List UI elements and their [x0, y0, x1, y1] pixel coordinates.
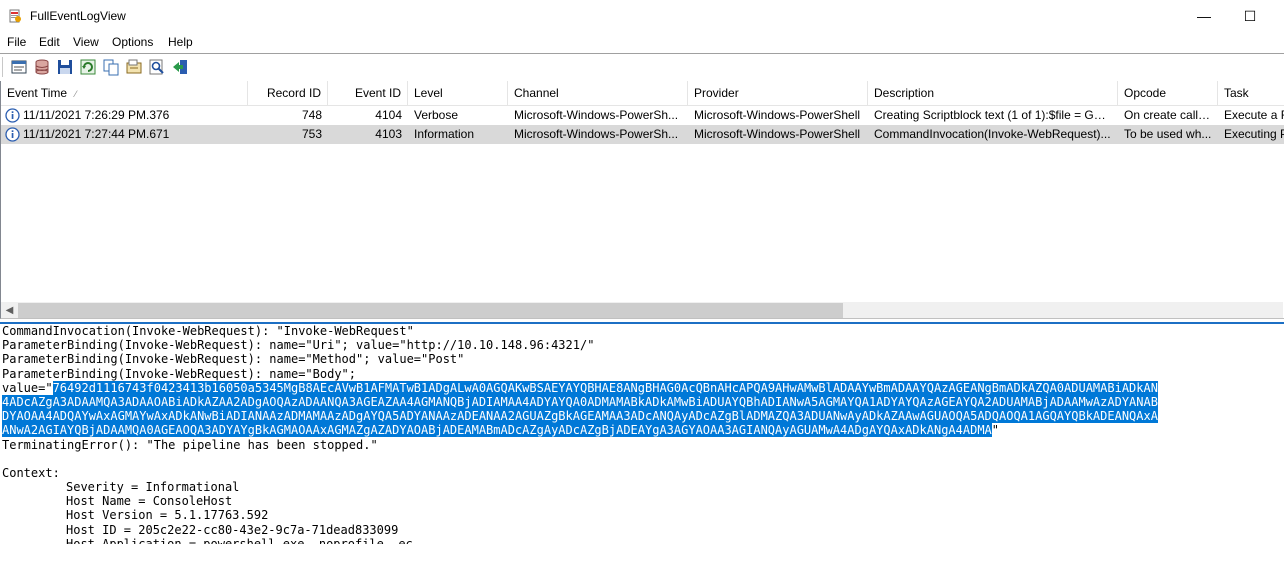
cell-provider: Microsoft-Windows-PowerShell — [694, 108, 861, 122]
table-row[interactable]: 11/11/2021 7:26:29 PM.376 748 4104 Verbo… — [1, 106, 1284, 125]
detail-line: ParameterBinding(Invoke-WebRequest): nam… — [2, 366, 357, 381]
options-icon[interactable] — [125, 58, 143, 76]
detail-value-line: ANwA2AGIAYQBjADAAMQA0AGEAOQA3ADYAYgBkAGM… — [0, 423, 1284, 438]
exit-icon[interactable] — [171, 58, 189, 76]
context-severity: Severity = Informational — [66, 480, 240, 495]
cell-description: Creating Scriptblock text (1 of 1):$file… — [874, 108, 1114, 122]
menu-help[interactable]: Help — [168, 35, 193, 49]
detail-line: ParameterBinding(Invoke-WebRequest): nam… — [2, 338, 595, 353]
cell-task: Executing Pi — [1224, 127, 1284, 141]
column-provider[interactable]: Provider — [688, 81, 868, 105]
horizontal-scrollbar[interactable]: ◀ — [1, 302, 1283, 318]
cell-event-time: 11/11/2021 7:26:29 PM.376 — [23, 108, 170, 122]
menu-file[interactable]: File — [7, 35, 26, 49]
column-record-id[interactable]: Record ID — [248, 81, 328, 105]
menu-view[interactable]: View — [73, 35, 99, 49]
cell-level: Information — [414, 127, 475, 141]
value-prefix: value=" — [2, 380, 53, 395]
detail-value-line: value="76492d1116743f0423413b16050a5345M… — [0, 380, 1284, 395]
selected-encoded-value[interactable]: 4ADcAZgA3ADAAMQA3ADAAOABiADkAZAA2ADgAOQA… — [2, 394, 1158, 409]
selected-encoded-value[interactable]: ANwA2AGIAYQBjADAAMQA0AGEAOQA3ADYAYgBkAGM… — [2, 423, 992, 438]
column-description[interactable]: Description — [868, 81, 1118, 105]
list-header: Event Time ⁄ Record ID Event ID Level Cha… — [1, 81, 1284, 106]
cell-channel: Microsoft-Windows-PowerSh... — [514, 127, 679, 141]
window-title: FullEventLogView — [30, 9, 126, 23]
properties-icon[interactable] — [10, 58, 28, 76]
column-channel[interactable]: Channel — [508, 81, 688, 105]
value-suffix: " — [991, 423, 1000, 438]
detail-line: CommandInvocation(Invoke-WebRequest): "I… — [2, 324, 414, 338]
column-level[interactable]: Level — [408, 81, 508, 105]
find-icon[interactable] — [148, 58, 166, 76]
detail-terminating-error: TerminatingError(): "The pipeline has be… — [2, 437, 378, 452]
context-host-name: Host Name = ConsoleHost — [66, 494, 233, 509]
menu-options[interactable]: Options — [112, 35, 153, 49]
event-detail-pane[interactable]: CommandInvocation(Invoke-WebRequest): "I… — [0, 322, 1284, 561]
toolbar-grip — [2, 57, 6, 77]
selected-encoded-value[interactable]: DYAOAA4ADQAYwAxAGMAYwAxADkANwBiADIANAAzA… — [2, 409, 1158, 424]
context-host-application: Host Application = powershell.exe -nopro… — [66, 536, 442, 544]
cell-event-time: 11/11/2021 7:27:44 PM.671 — [23, 127, 170, 141]
column-opcode[interactable]: Opcode — [1118, 81, 1218, 105]
title-bar: FullEventLogView — ☐ — [0, 0, 1284, 33]
context-host-id: Host ID = 205c2e22-cc80-43e2-9c7a-71dead… — [66, 522, 399, 537]
detail-blank-line — [0, 452, 1284, 466]
scrollbar-thumb[interactable] — [18, 303, 843, 318]
copy-icon[interactable] — [102, 58, 120, 76]
detail-value-line: DYAOAA4ADQAYwAxAGMAYwAxADkANwBiADIANAAzA… — [0, 409, 1284, 424]
menu-edit[interactable]: Edit — [39, 35, 60, 49]
cell-record-id: 753 — [301, 127, 322, 141]
cell-record-id: 748 — [301, 108, 322, 122]
cell-task: Execute a Re — [1224, 108, 1284, 122]
column-label: Event Time — [7, 86, 68, 100]
event-list[interactable]: Event Time ⁄ Record ID Event ID Level Cha… — [0, 81, 1284, 319]
scroll-left-icon[interactable]: ◀ — [1, 302, 18, 318]
column-event-id[interactable]: Event ID — [328, 81, 408, 105]
column-event-time[interactable]: Event Time ⁄ — [1, 81, 248, 105]
selected-encoded-value[interactable]: 76492d1116743f0423413b16050a5345MgB8AEcA… — [52, 380, 1158, 395]
maximize-button[interactable]: ☐ — [1227, 0, 1273, 33]
cell-event-id: 4103 — [375, 127, 402, 141]
app-icon — [8, 9, 22, 23]
database-icon[interactable] — [33, 58, 51, 76]
detail-line: ParameterBinding(Invoke-WebRequest): nam… — [2, 352, 465, 367]
cell-channel: Microsoft-Windows-PowerSh... — [514, 108, 679, 122]
cell-event-id: 4104 — [375, 108, 402, 122]
menu-bar: File Edit View Options Help — [0, 33, 1284, 52]
context-host-version: Host Version = 5.1.17763.592 — [66, 508, 269, 523]
cell-provider: Microsoft-Windows-PowerShell — [694, 127, 861, 141]
cell-level: Verbose — [414, 108, 459, 122]
sort-ascending-icon: ⁄ — [75, 89, 77, 99]
table-row[interactable]: 11/11/2021 7:27:44 PM.671 753 4103 Infor… — [1, 125, 1284, 144]
detail-value-line: 4ADcAZgA3ADAAMQA3ADAAOABiADkAZAA2ADgAOQA… — [0, 394, 1284, 409]
refresh-icon[interactable] — [79, 58, 97, 76]
cell-description: CommandInvocation(Invoke-WebRequest)... — [874, 127, 1111, 141]
detail-context-label: Context: — [2, 465, 60, 480]
column-task[interactable]: Task — [1218, 81, 1284, 105]
toolbar — [0, 53, 1284, 82]
cell-opcode: To be used wh... — [1124, 127, 1212, 141]
minimize-button[interactable]: — — [1181, 0, 1227, 33]
cell-opcode: On create calls... — [1124, 108, 1215, 122]
save-icon[interactable] — [56, 58, 74, 76]
